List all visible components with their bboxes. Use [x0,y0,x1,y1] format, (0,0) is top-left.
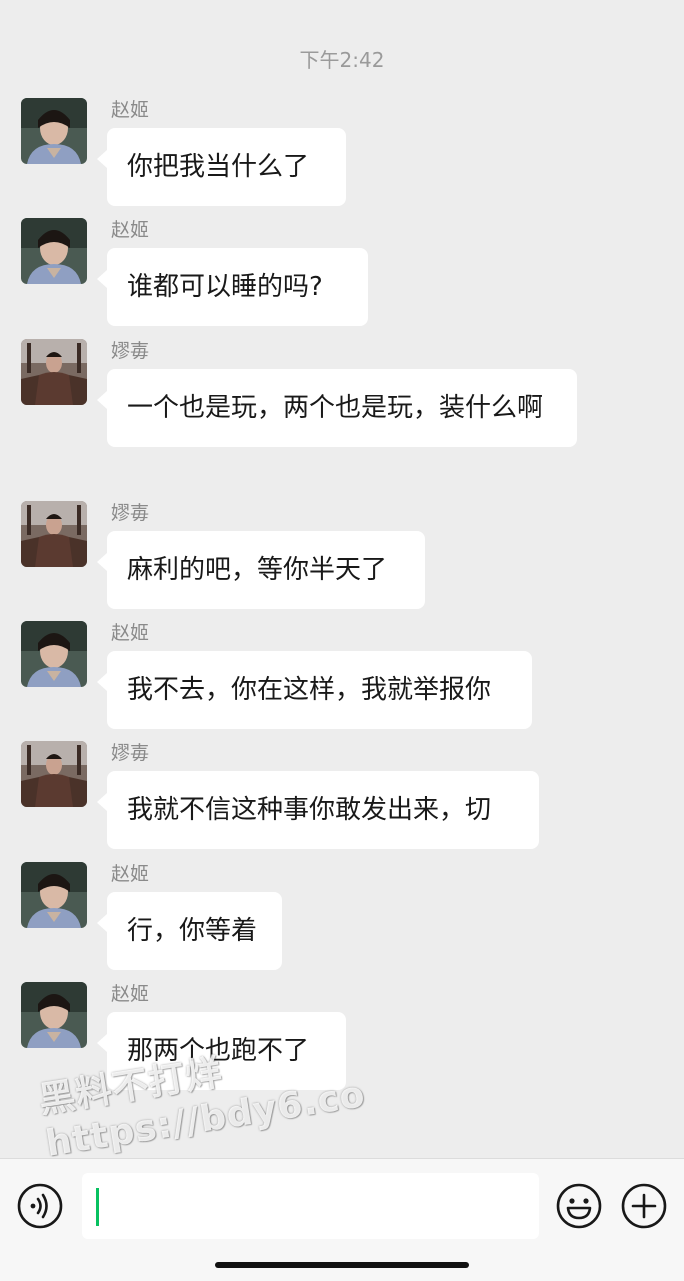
avatar-laoai[interactable] [21,501,87,567]
message-bubble[interactable]: 行，你等着 [97,892,282,970]
avatar-image [21,741,87,807]
avatar-image [21,218,87,284]
avatar-laoai[interactable] [21,339,87,405]
message-bubble[interactable]: 我不去，你在这样，我就举报你 [97,651,532,729]
avatar-zhaoji[interactable] [21,98,87,164]
avatar-zhaoji[interactable] [21,982,87,1048]
avatar-image [21,982,87,1048]
message-bubble[interactable]: 你把我当什么了 [97,128,346,206]
emoji-icon [556,1183,602,1229]
avatar-image [21,862,87,928]
sender-name: 赵姬 [111,219,150,241]
avatar-image [21,501,87,567]
avatar-image [21,339,87,405]
home-indicator[interactable] [215,1262,469,1268]
voice-icon [17,1183,63,1229]
plus-icon [621,1183,667,1229]
sender-name: 赵姬 [111,863,150,885]
avatar-zhaoji[interactable] [21,862,87,928]
avatar-zhaoji[interactable] [21,218,87,284]
avatar-laoai[interactable] [21,741,87,807]
avatar-image [21,621,87,687]
sender-name: 嫪毐 [111,742,150,764]
sender-name: 赵姬 [111,99,150,121]
message-timestamp: 下午2:42 [299,48,385,72]
message-bubble[interactable]: 我就不信这种事你敢发出来，切 [97,771,539,849]
sender-name: 赵姬 [111,983,150,1005]
message-bubble[interactable]: 一个也是玩，两个也是玩，装什么啊 [97,369,577,447]
voice-button[interactable] [17,1183,63,1229]
emoji-button[interactable] [556,1183,602,1229]
plus-button[interactable] [621,1183,667,1229]
message-bubble[interactable]: 麻利的吧，等你半天了 [97,531,425,609]
avatar-zhaoji[interactable] [21,621,87,687]
sender-name: 嫪毐 [111,340,150,362]
message-input[interactable] [82,1173,539,1239]
avatar-image [21,98,87,164]
text-caret [96,1188,99,1226]
message-bubble[interactable]: 谁都可以睡的吗? [97,248,368,326]
sender-name: 嫪毐 [111,502,150,524]
sender-name: 赵姬 [111,622,150,644]
